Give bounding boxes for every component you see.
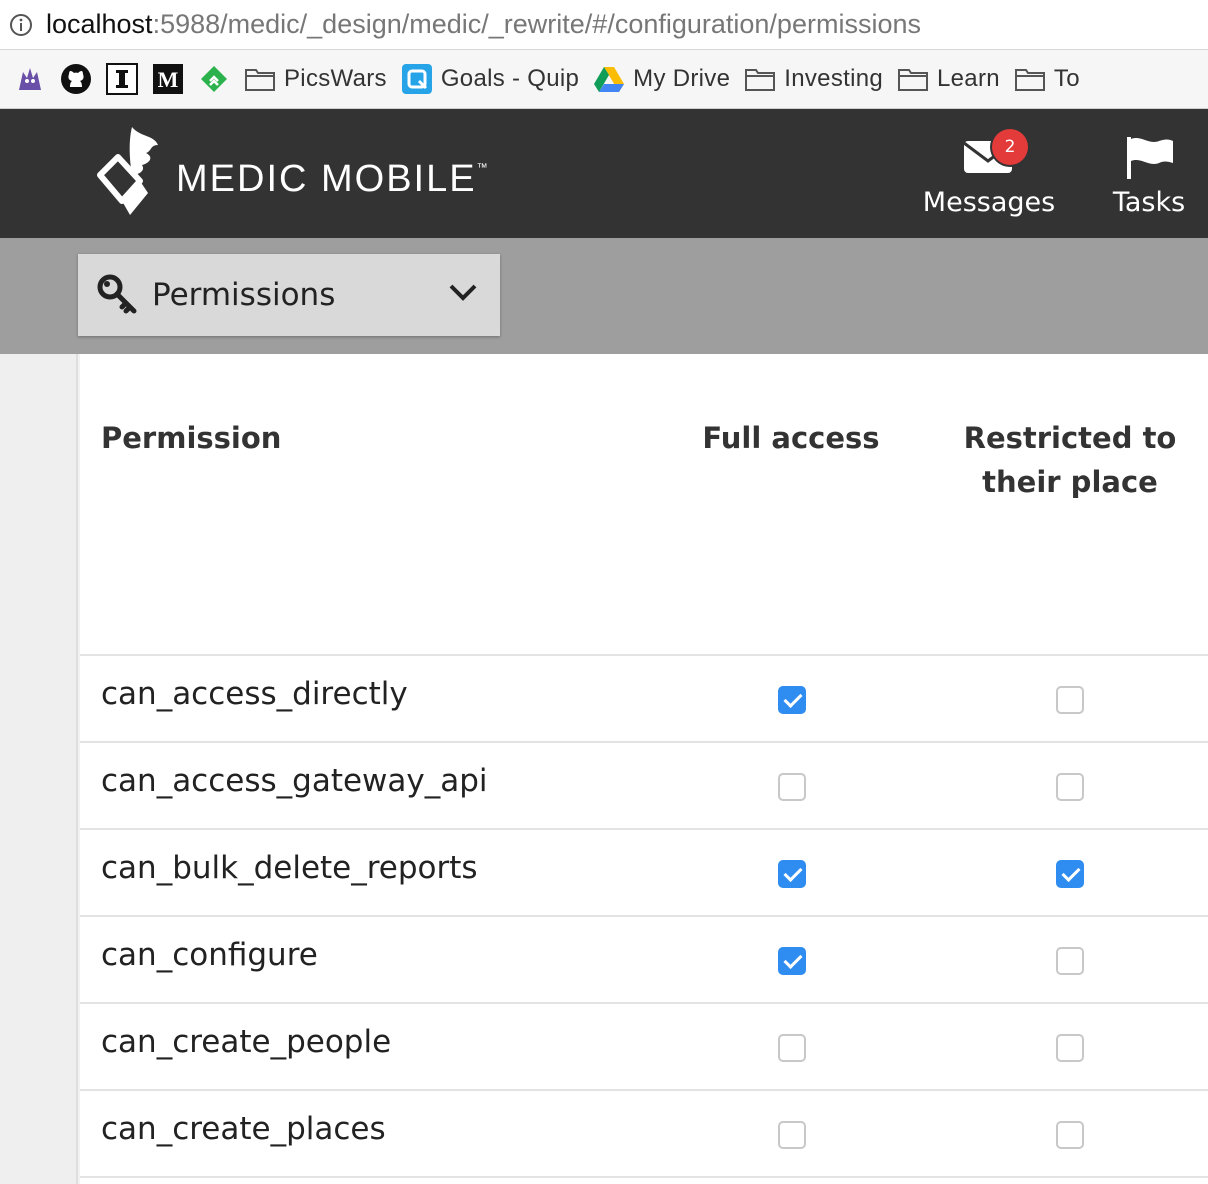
logo-wordmark: MEDIC MOBILE™ <box>176 158 488 201</box>
logo-text: MEDIC MOBILE <box>176 157 477 200</box>
bookmark-medium[interactable]: M <box>152 63 184 95</box>
feedly-icon <box>198 63 230 95</box>
configuration-section-dropdown[interactable]: Permissions <box>78 254 500 336</box>
quip-icon <box>401 63 433 95</box>
logo-trademark: ™ <box>476 161 488 174</box>
bookmark-label: Goals - Quip <box>440 65 580 92</box>
bookmark-investing[interactable]: Investing <box>744 63 883 95</box>
full-access-checkbox[interactable] <box>778 1034 806 1062</box>
permission-name: can_bulk_delete_reports <box>101 850 478 886</box>
messages-icon-wrap: 2 <box>924 129 1054 181</box>
table-row: can_access_gateway_api <box>80 741 1208 828</box>
full-access-checkbox[interactable] <box>778 686 806 714</box>
permission-name: can_access_directly <box>101 676 408 712</box>
bookmark-label: Learn <box>937 65 1000 92</box>
permissions-table-body: can_access_directly can_access_gateway_a… <box>80 654 1208 1178</box>
bookmark-gargoyle[interactable] <box>14 63 46 95</box>
folder-icon <box>744 63 776 95</box>
folder-icon <box>244 63 276 95</box>
bookmark-label: My Drive <box>633 65 731 92</box>
table-row: can_bulk_delete_reports <box>80 828 1208 915</box>
flag-icon <box>1123 129 1175 181</box>
medic-mobile-logo[interactable]: MEDIC MOBILE™ <box>96 123 488 227</box>
permission-name: can_create_places <box>101 1111 386 1147</box>
messages-tab[interactable]: 2 Messages <box>922 129 1056 218</box>
bookmark-label: Investing <box>784 65 884 92</box>
gargoyle-icon <box>14 63 46 95</box>
permissions-panel: Permission Full access Restricted to the… <box>80 354 1208 1184</box>
github-icon <box>60 63 92 95</box>
url-host: localhost <box>46 9 153 39</box>
bookmark-goals-quip[interactable]: Goals - Quip <box>401 63 579 95</box>
messages-label: Messages <box>922 187 1056 218</box>
bookmark-learn[interactable]: Learn <box>897 63 1000 95</box>
bookmark-feedly[interactable] <box>198 63 230 95</box>
instapaper-icon <box>106 63 138 95</box>
left-gutter <box>0 354 78 1184</box>
full-access-checkbox[interactable] <box>778 860 806 888</box>
restricted-checkbox[interactable] <box>1056 1034 1084 1062</box>
column-header-permission: Permission <box>101 421 282 455</box>
address-bar[interactable]: localhost:5988/medic/_design/medic/_rewr… <box>0 0 1208 50</box>
bookmark-label: To <box>1053 65 1080 92</box>
google-drive-icon <box>593 63 625 95</box>
table-row: can_create_places <box>80 1089 1208 1178</box>
full-access-checkbox[interactable] <box>778 947 806 975</box>
column-header-restricted: Restricted to their place <box>940 416 1200 504</box>
restricted-checkbox[interactable] <box>1056 1121 1084 1149</box>
restricted-checkbox[interactable] <box>1056 947 1084 975</box>
bookmark-github[interactable] <box>60 63 92 95</box>
bookmark-to[interactable]: To <box>1014 63 1080 95</box>
bookmark-my-drive[interactable]: My Drive <box>593 63 730 95</box>
restricted-checkbox[interactable] <box>1056 773 1084 801</box>
app-header: MEDIC MOBILE™ 2 Messages Tasks <box>0 109 1208 238</box>
table-row: can_access_directly <box>80 654 1208 741</box>
tasks-tab[interactable]: Tasks <box>1110 129 1188 218</box>
bookmark-label: PicsWars <box>284 65 387 92</box>
full-access-checkbox[interactable] <box>778 773 806 801</box>
bookmark-instapaper[interactable] <box>106 63 138 95</box>
medium-icon: M <box>152 63 184 95</box>
folder-icon <box>897 63 929 95</box>
dropdown-label: Permissions <box>152 277 336 313</box>
permission-name: can_create_people <box>101 1024 392 1060</box>
restricted-checkbox[interactable] <box>1056 686 1084 714</box>
folder-icon <box>1014 63 1046 95</box>
column-header-full-access: Full access <box>702 421 880 455</box>
full-access-checkbox[interactable] <box>778 1121 806 1149</box>
permission-name: can_configure <box>101 937 318 973</box>
winged-phone-logo-icon <box>96 123 166 227</box>
tasks-label: Tasks <box>1112 187 1186 218</box>
table-row: can_configure <box>80 915 1208 1002</box>
bookmarks-bar: M PicsWars Goals - Quip My Drive Investi… <box>0 50 1208 109</box>
info-icon[interactable] <box>8 12 34 38</box>
permission-name: can_access_gateway_api <box>101 763 488 799</box>
svg-text:M: M <box>158 67 179 92</box>
bookmark-picswars[interactable]: PicsWars <box>244 63 387 95</box>
url-text[interactable]: localhost:5988/medic/_design/medic/_rewr… <box>46 9 921 40</box>
restricted-checkbox[interactable] <box>1056 860 1084 888</box>
column-header-restricted-line1: Restricted to <box>963 421 1177 455</box>
messages-badge: 2 <box>992 129 1028 165</box>
chevron-down-icon <box>448 282 478 306</box>
url-path: :5988/medic/_design/medic/_rewrite/#/con… <box>152 9 921 39</box>
filter-bar: Permissions <box>0 238 1208 354</box>
key-icon <box>96 273 140 317</box>
table-row: can_create_people <box>80 1002 1208 1089</box>
column-header-restricted-line2: their place <box>982 465 1158 499</box>
